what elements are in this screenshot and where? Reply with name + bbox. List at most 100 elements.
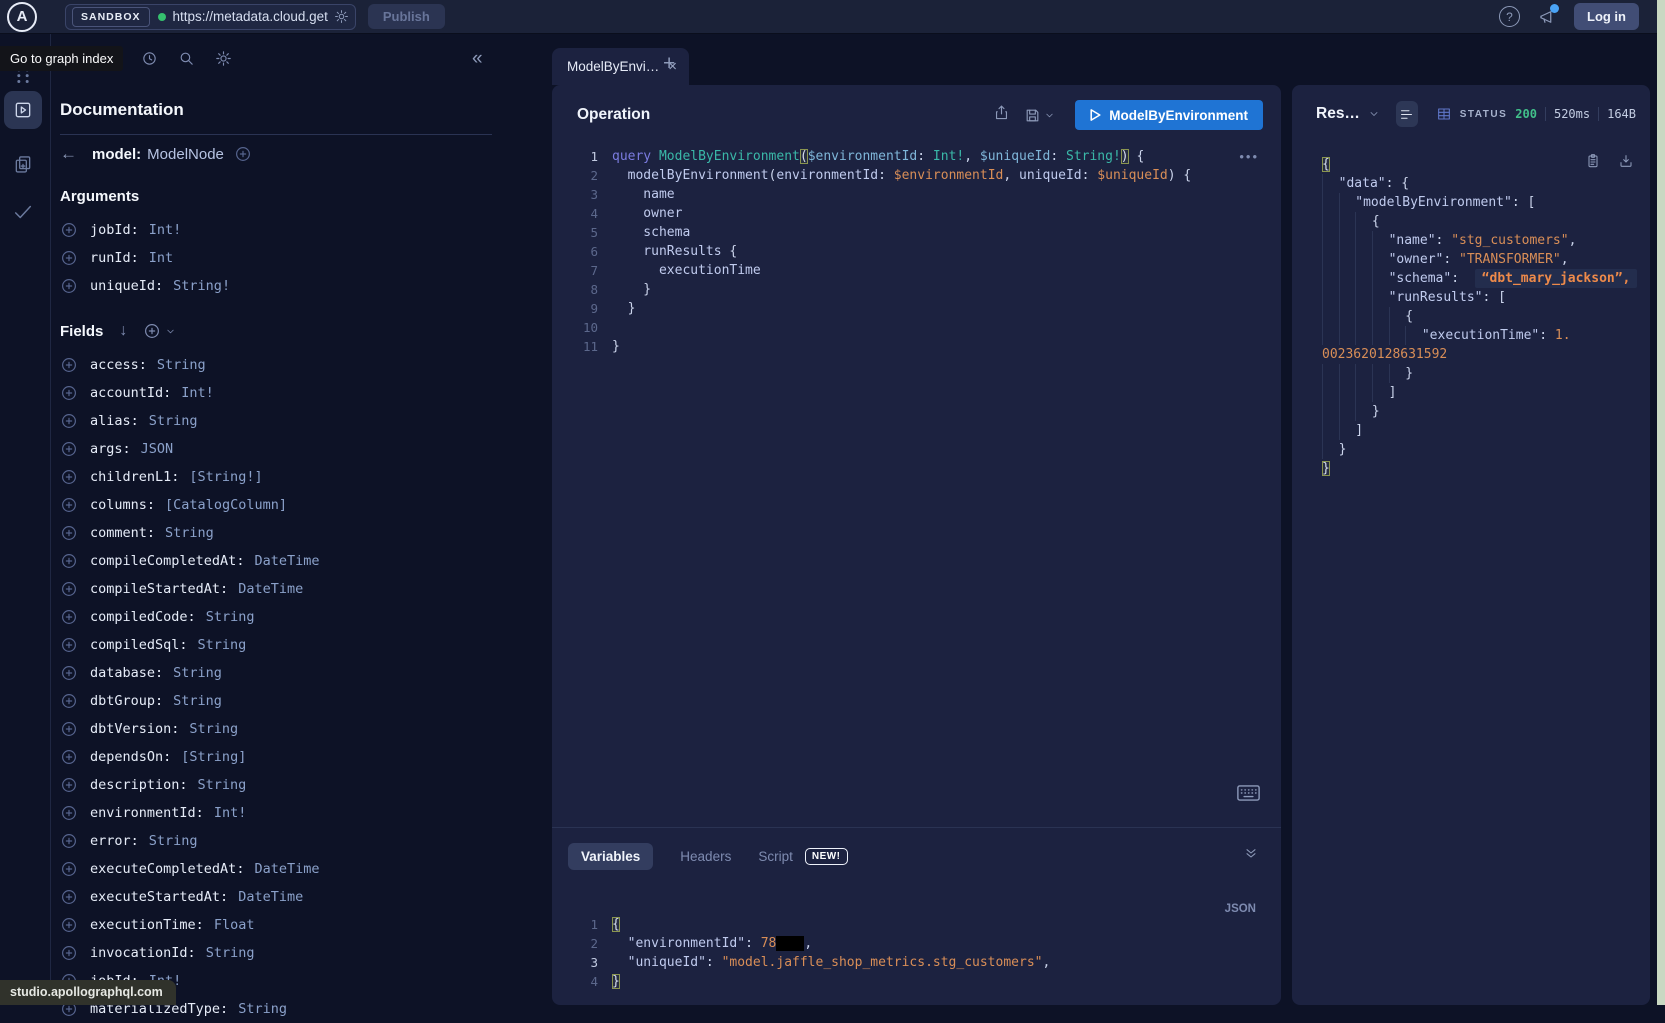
field-row[interactable]: comment String [60,519,492,547]
field-type: String [149,833,198,849]
add-argument-icon[interactable] [60,221,78,239]
tab-script[interactable]: Script [758,849,793,864]
add-argument-icon[interactable] [60,277,78,295]
login-button[interactable]: Log in [1574,3,1639,30]
add-field-icon[interactable] [60,440,78,458]
add-field-icon[interactable] [60,384,78,402]
field-row[interactable]: database String [60,659,492,687]
json-view-toggle-icon[interactable] [1396,101,1418,127]
field-row[interactable]: compiledCode String [60,603,492,631]
add-field-icon[interactable] [60,832,78,850]
add-field-icon[interactable] [60,888,78,906]
editor-more-icon[interactable]: ••• [1239,149,1259,164]
arguments-list: jobId Int! runId Int uniqueId String! [60,216,492,300]
field-row[interactable]: columns [CatalogColumn] [60,491,492,519]
add-field-icon[interactable] [60,804,78,822]
checks-nav-icon[interactable] [4,193,42,231]
field-row[interactable]: dbtGroup String [60,687,492,715]
add-field-icon[interactable] [60,552,78,570]
endpoint-settings-gear-icon[interactable] [334,9,349,24]
add-field-icon[interactable] [60,776,78,794]
add-field-icon[interactable] [60,692,78,710]
add-field-icon[interactable] [60,580,78,598]
add-field-icon[interactable] [60,468,78,486]
field-row[interactable]: accountId Int! [60,379,492,407]
save-operation-group[interactable] [1024,107,1055,124]
variables-header: Variables Headers Script NEW! [568,843,848,870]
stat-separator [1598,107,1599,121]
variables-editor[interactable]: 1{2 "environmentId": 78,3 "uniqueId": "m… [566,915,1241,991]
field-row[interactable]: invocationId String [60,939,492,967]
field-row[interactable]: alias String [60,407,492,435]
response-actions [1585,153,1634,174]
table-view-toggle-icon[interactable] [1436,106,1452,122]
field-row[interactable]: access String [60,351,492,379]
add-field-icon[interactable] [60,748,78,766]
history-icon[interactable] [141,50,158,72]
tab-variables[interactable]: Variables [568,843,653,870]
copy-response-icon[interactable] [1585,153,1601,174]
field-name: columns [90,497,155,513]
fields-list: access String accountId Int! alias Strin… [60,351,492,1023]
announcements-icon[interactable] [1538,8,1556,26]
field-row[interactable]: dbtVersion String [60,715,492,743]
argument-row[interactable]: runId Int [60,244,492,272]
add-field-icon[interactable] [60,916,78,934]
add-argument-icon[interactable] [60,249,78,267]
tab-headers[interactable]: Headers [680,849,731,864]
field-row[interactable]: executeStartedAt DateTime [60,883,492,911]
field-row[interactable]: executeCompletedAt DateTime [60,855,492,883]
field-row[interactable]: args JSON [60,435,492,463]
collections-nav-icon[interactable] [4,145,42,183]
add-fields-menu[interactable] [143,322,176,340]
help-icon[interactable]: ? [1499,6,1520,27]
field-row[interactable]: compileStartedAt DateTime [60,575,492,603]
add-field-icon[interactable] [60,524,78,542]
add-field-icon[interactable] [60,356,78,374]
response-json[interactable]: {"data": {"modelByEnvironment": [{"name"… [1322,155,1650,478]
publish-button[interactable]: Publish [368,4,445,29]
add-field-icon[interactable] [60,664,78,682]
field-row[interactable]: executionTime Float [60,911,492,939]
field-type: String [189,721,238,737]
field-type: String [198,777,247,793]
breadcrumb-type[interactable]: ModelNode [147,146,224,163]
new-tab-icon[interactable]: + [663,52,675,76]
field-type: [String!] [189,469,262,485]
keyboard-shortcuts-icon[interactable] [1237,785,1260,806]
add-field-icon[interactable] [60,720,78,738]
field-row[interactable]: error String [60,827,492,855]
add-field-icon[interactable] [60,608,78,626]
field-type: DateTime [254,861,319,877]
download-response-icon[interactable] [1618,153,1634,174]
add-field-icon[interactable] [60,412,78,430]
field-row[interactable]: compileCompletedAt DateTime [60,547,492,575]
apollo-logo[interactable]: A [7,2,37,32]
search-icon[interactable] [178,50,195,72]
response-dropdown-icon[interactable] [1368,108,1380,120]
add-field-icon[interactable] [60,496,78,514]
endpoint-url-group[interactable]: SANDBOX https://metadata.cloud.get [65,4,356,30]
field-row[interactable]: childrenL1 [String!] [60,463,492,491]
add-field-icon[interactable] [60,944,78,962]
add-field-icon[interactable] [60,860,78,878]
desktop-edge-strip [1657,0,1665,1005]
argument-row[interactable]: uniqueId String! [60,272,492,300]
field-row[interactable]: dependsOn [String] [60,743,492,771]
share-icon[interactable] [993,104,1010,126]
collapse-variables-icon[interactable] [1243,845,1259,866]
field-row[interactable]: environmentId Int! [60,799,492,827]
back-arrow-icon[interactable]: ← [60,144,82,164]
sort-fields-icon[interactable]: ↓ [119,322,127,340]
collapse-sidebar-icon[interactable]: « [472,48,483,70]
add-field-icon[interactable] [60,636,78,654]
add-all-fields-icon[interactable] [234,145,252,163]
settings-gear-icon[interactable] [215,50,232,72]
argument-row[interactable]: jobId Int! [60,216,492,244]
explorer-nav-icon[interactable] [4,91,42,129]
field-row[interactable]: description String [60,771,492,799]
run-operation-button[interactable]: ModelByEnvironment [1075,100,1263,130]
endpoint-url-input[interactable]: https://metadata.cloud.get [173,9,328,24]
field-row[interactable]: compiledSql String [60,631,492,659]
operation-editor[interactable]: 1query ModelByEnvironment($environmentId… [566,147,1241,356]
